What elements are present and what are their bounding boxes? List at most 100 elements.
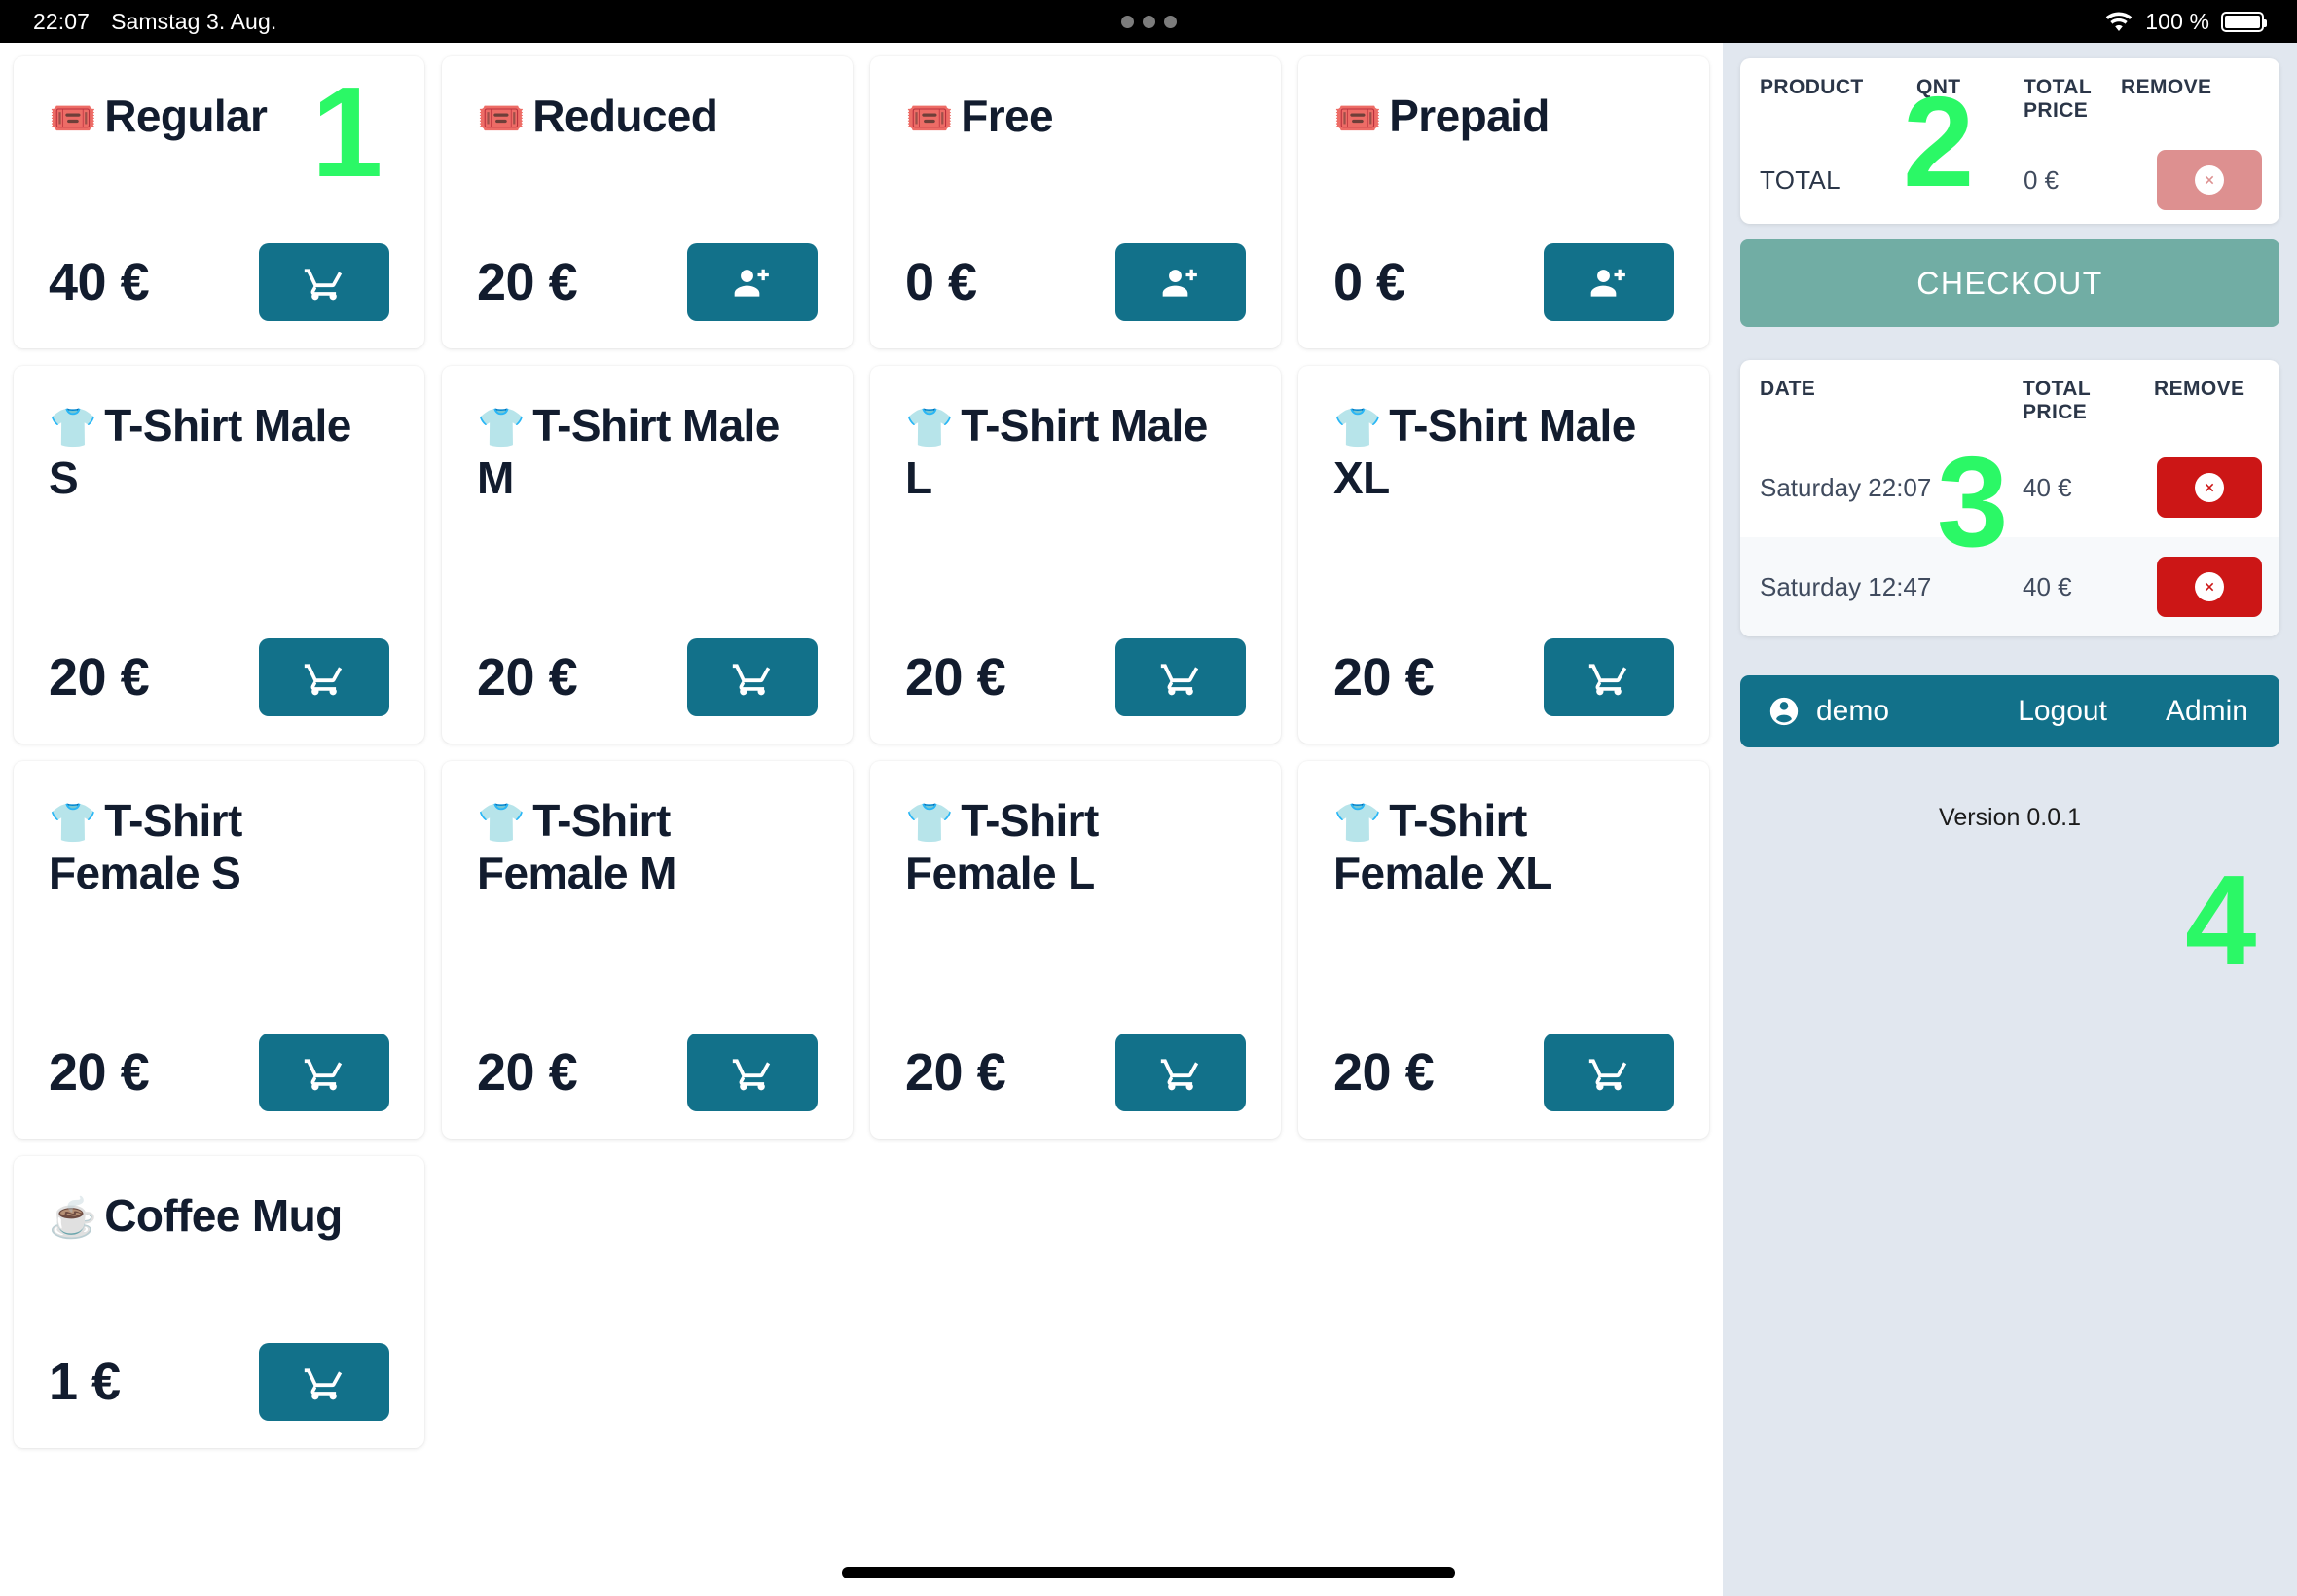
remove-circle-icon (2195, 473, 2224, 502)
product-card-footer: 20 € (49, 1034, 389, 1111)
product-card-footer: 20 € (1333, 1034, 1674, 1111)
history-remove-button[interactable] (2157, 457, 2262, 518)
battery-icon (2221, 11, 2267, 32)
shopping-cart-icon (303, 1051, 346, 1094)
product-card-footer: 1 € (49, 1343, 389, 1421)
add-to-cart-button[interactable] (259, 1034, 389, 1111)
user-bar: demo Logout Admin (1740, 675, 2279, 747)
history-col-date: DATE (1760, 378, 1816, 400)
product-card[interactable]: 🎟️ Free 0 € (870, 56, 1281, 348)
cart-panel: PRODUCT QNT TOTAL PRICE REMOVE TOTAL 0 € (1740, 58, 2279, 224)
cart-remove-button[interactable] (2157, 150, 2262, 210)
product-name: Coffee Mug (104, 1190, 343, 1241)
logout-button[interactable]: Logout (2018, 695, 2107, 728)
product-price: 0 € (1333, 253, 1405, 311)
history-panel: DATE TOTAL PRICE REMOVE Saturday 22:07 40… (1740, 360, 2279, 636)
history-header-row: DATE TOTAL PRICE REMOVE (1740, 360, 2279, 438)
wifi-icon (2104, 11, 2133, 32)
cart-col-product: PRODUCT (1760, 76, 1864, 98)
add-to-cart-button[interactable] (1115, 1034, 1246, 1111)
status-time: 22:07 (33, 8, 91, 34)
add-person-button[interactable] (687, 243, 818, 321)
product-card-footer: 20 € (477, 243, 818, 321)
history-total-price: 40 € (2023, 571, 2072, 601)
product-title: 👕 T-Shirt Male M (477, 399, 818, 505)
product-title: 🎟️ Reduced (477, 90, 818, 142)
add-person-button[interactable] (1544, 243, 1674, 321)
product-card-footer: 0 € (1333, 243, 1674, 321)
add-to-cart-button[interactable] (1115, 638, 1246, 716)
history-row: Saturday 22:07 40 € (1740, 438, 2279, 537)
product-name: Regular (104, 91, 268, 141)
product-price: 20 € (49, 1043, 150, 1102)
product-title: 👕 T-Shirt Female L (905, 794, 1246, 900)
add-to-cart-button[interactable] (259, 638, 389, 716)
shopping-cart-icon (1159, 656, 1202, 699)
product-card-footer: 0 € (905, 243, 1246, 321)
add-to-cart-button[interactable] (687, 638, 818, 716)
cart-col-qnt: QNT (1916, 76, 1961, 98)
product-price: 20 € (477, 648, 578, 707)
product-emoji-icon: 🎟️ (49, 97, 97, 140)
add-to-cart-button[interactable] (687, 1034, 818, 1111)
product-card-footer: 20 € (1333, 638, 1674, 716)
app-root: 22:07 Samstag 3. Aug. 100 % 🎟️ Regular 40 … (0, 0, 2297, 1596)
product-emoji-icon: 👕 (1333, 407, 1382, 450)
cart-col-total-price: TOTAL PRICE (2024, 76, 2092, 122)
admin-button[interactable]: Admin (2166, 695, 2248, 728)
history-remove-button[interactable] (2157, 557, 2262, 617)
product-card[interactable]: 👕 T-Shirt Male L 20 € (870, 366, 1281, 744)
product-card[interactable]: 👕 T-Shirt Female L 20 € (870, 761, 1281, 1139)
product-card-footer: 20 € (905, 1034, 1246, 1111)
product-card[interactable]: 👕 T-Shirt Female S 20 € (14, 761, 424, 1139)
shopping-cart-icon (303, 261, 346, 304)
product-emoji-icon: 👕 (1333, 802, 1382, 845)
product-grid: 🎟️ Regular 40 € 🎟️ Reduced 20 € 🎟️ Free 0 € 🎟️ Pre… (14, 56, 1709, 1448)
product-title: 👕 T-Shirt Male XL (1333, 399, 1674, 505)
product-emoji-icon: 👕 (49, 407, 97, 450)
product-price: 40 € (49, 253, 150, 311)
product-title: 🎟️ Prepaid (1333, 90, 1674, 142)
product-name: Prepaid (1389, 91, 1550, 141)
product-card-footer: 20 € (905, 638, 1246, 716)
checkout-button[interactable]: CHECKOUT (1740, 239, 2279, 327)
person-add-icon (1587, 261, 1630, 304)
product-card[interactable]: 👕 T-Shirt Male S 20 € (14, 366, 424, 744)
product-card[interactable]: 🎟️ Prepaid 0 € (1298, 56, 1709, 348)
add-person-button[interactable] (1115, 243, 1246, 321)
add-to-cart-button[interactable] (259, 243, 389, 321)
product-card-footer: 20 € (477, 638, 818, 716)
product-card[interactable]: 🎟️ Regular 40 € (14, 56, 424, 348)
product-price: 20 € (477, 1043, 578, 1102)
cart-total-label: TOTAL (1760, 164, 1841, 195)
product-emoji-icon: 👕 (49, 802, 97, 845)
product-card[interactable]: 🎟️ Reduced 20 € (442, 56, 853, 348)
product-emoji-icon: 👕 (905, 802, 954, 845)
add-to-cart-button[interactable] (1544, 1034, 1674, 1111)
add-to-cart-button[interactable] (259, 1343, 389, 1421)
history-table: DATE TOTAL PRICE REMOVE Saturday 22:07 40… (1740, 360, 2279, 636)
product-title: 🎟️ Free (905, 90, 1246, 142)
add-to-cart-button[interactable] (1544, 638, 1674, 716)
product-card[interactable]: 👕 T-Shirt Male M 20 € (442, 366, 853, 744)
product-card[interactable]: 👕 T-Shirt Female XL 20 € (1298, 761, 1709, 1139)
history-date: Saturday 22:07 (1760, 472, 1932, 502)
multitask-dots-icon (0, 0, 2297, 43)
product-card[interactable]: 👕 T-Shirt Female M 20 € (442, 761, 853, 1139)
product-price: 20 € (477, 253, 578, 311)
product-price: 20 € (49, 648, 150, 707)
product-emoji-icon: 🎟️ (477, 97, 526, 140)
cart-total-price: 0 € (2024, 164, 2060, 195)
shopping-cart-icon (1159, 1051, 1202, 1094)
account-circle-icon (1768, 695, 1801, 728)
history-date: Saturday 12:47 (1760, 571, 1932, 601)
status-bar: 22:07 Samstag 3. Aug. 100 % (0, 0, 2297, 43)
product-card[interactable]: 👕 T-Shirt Male XL 20 € (1298, 366, 1709, 744)
user-chip[interactable]: demo (1768, 695, 1889, 728)
main-content: 🎟️ Regular 40 € 🎟️ Reduced 20 € 🎟️ Free 0 € 🎟️ Pre… (0, 43, 2297, 1596)
cart-table: PRODUCT QNT TOTAL PRICE REMOVE TOTAL 0 € (1740, 58, 2279, 224)
battery-percent-label: 100 % (2145, 8, 2209, 34)
shopping-cart-icon (303, 1360, 346, 1403)
products-pane: 🎟️ Regular 40 € 🎟️ Reduced 20 € 🎟️ Free 0 € 🎟️ Pre… (0, 43, 1723, 1596)
product-card[interactable]: ☕ Coffee Mug 1 € (14, 1156, 424, 1448)
